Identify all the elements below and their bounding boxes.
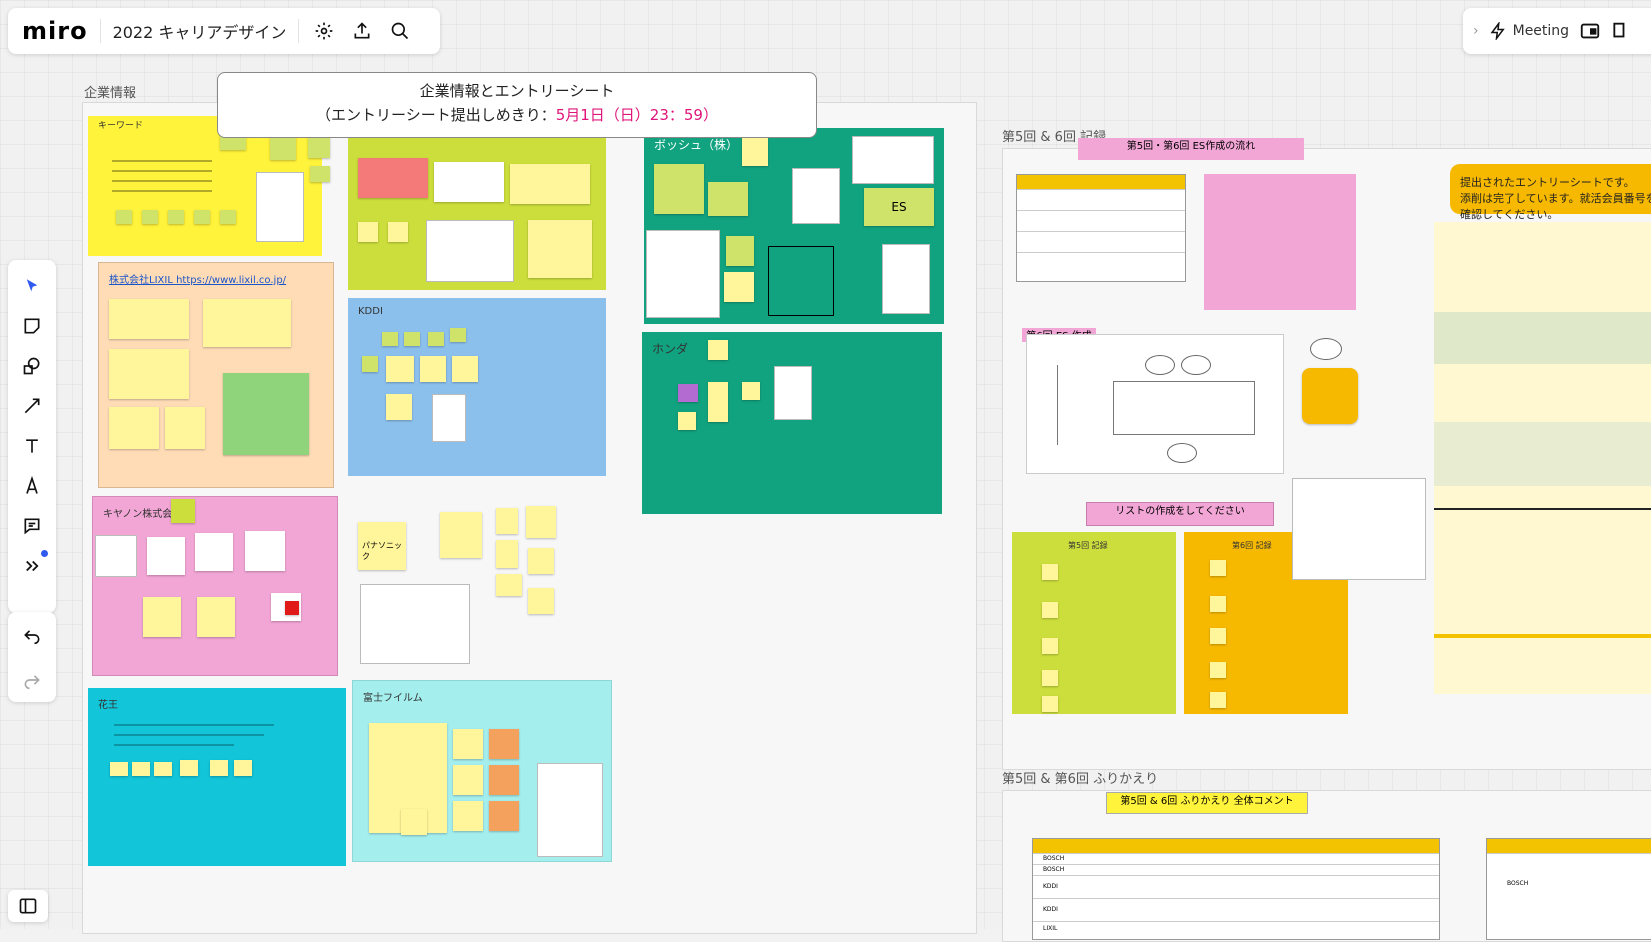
entry-sheet-banner[interactable]: 企業情報とエントリーシート （エントリーシート提出しめきり：5月1日（日）23：… [217, 72, 817, 138]
sticky-note-icon[interactable] [14, 308, 50, 344]
miro-logo[interactable]: miro [22, 17, 88, 45]
lime-company-panel[interactable] [348, 132, 606, 290]
session5-column[interactable]: 第5回 記録 [1012, 532, 1176, 714]
submission-list[interactable] [1434, 222, 1651, 694]
submitted-es-note[interactable]: 提出されたエントリーシートです。 添削は完了しています。就活会員番号を確認してく… [1450, 164, 1651, 221]
fujifilm-panel-title: 富士フイルム [363, 693, 423, 704]
search-icon[interactable] [387, 18, 413, 44]
kao-panel[interactable]: 花王 [88, 688, 346, 866]
chevron-right-icon[interactable]: › [1473, 23, 1479, 39]
board-header: miro 2022 キャリアデザイン [8, 8, 440, 54]
canon-panel[interactable]: キヤノン株式会社 [92, 496, 338, 676]
lightning-icon [1490, 22, 1505, 40]
connector-icon[interactable] [14, 388, 50, 424]
review-table-2[interactable]: BOSCH [1486, 838, 1651, 940]
screen-icon[interactable] [1611, 20, 1625, 42]
fujifilm-panel[interactable]: 富士フイルム [352, 680, 612, 862]
creation-toolbar [8, 260, 56, 613]
notification-dot [41, 550, 48, 557]
es-label: ES [891, 200, 907, 214]
review-frame-label: 第5回 & 第6回 ふりかえり [1002, 772, 1159, 787]
upload-icon[interactable] [349, 18, 375, 44]
lixil-panel[interactable]: 株式会社LIXIL https://www.lixil.co.jp/ [98, 262, 334, 488]
kddi-panel-title: KDDI [358, 306, 383, 317]
header-divider [298, 19, 300, 43]
meeting-button[interactable]: Meeting [1489, 22, 1569, 40]
kddi-panel[interactable]: KDDI [348, 298, 606, 476]
small-table[interactable] [1292, 478, 1426, 580]
collaboration-bar: › Meeting [1463, 8, 1651, 54]
history-toolbar [8, 612, 56, 702]
board-title[interactable]: 2022 キャリアデザイン [113, 19, 287, 43]
records-table[interactable] [1016, 174, 1186, 282]
select-icon[interactable] [14, 268, 50, 304]
text-icon[interactable] [14, 428, 50, 464]
bosch-panel[interactable]: ボッシュ（株） ES [644, 128, 944, 324]
banner-line2: （エントリーシート提出しめきり：5月1日（日）23：59） [316, 106, 718, 124]
header-divider [99, 19, 101, 43]
bosch-panel-title: ボッシュ（株） [654, 138, 739, 152]
review-table[interactable]: BOSCH BOSCH KDDI KDDI LIXIL [1032, 838, 1440, 940]
session-diagram[interactable] [1026, 334, 1284, 474]
pink-notes[interactable] [1204, 174, 1356, 310]
session5-title: 第5回 記録 [1068, 541, 1108, 550]
redo-icon[interactable] [22, 670, 42, 690]
panasonic-area[interactable]: パナソニック [352, 502, 572, 664]
panasonic-sticky: パナソニック [358, 522, 406, 570]
review-header[interactable]: 第5回 & 6回 ふりかえり 全体コメント [1106, 792, 1308, 814]
undo-icon[interactable] [22, 625, 42, 645]
shapes-icon[interactable] [14, 348, 50, 384]
more-tools-icon[interactable] [14, 548, 50, 584]
present-icon[interactable] [1579, 20, 1601, 42]
honda-panel-title: ホンダ [652, 342, 689, 356]
comment-icon[interactable] [14, 508, 50, 544]
keyword-panel-title: キーワード [98, 121, 144, 131]
es-flow-header[interactable]: 第5回・第6回 ES作成の流れ [1078, 138, 1304, 160]
banner-line1: 企業情報とエントリーシート [419, 82, 615, 100]
pen-icon[interactable] [14, 468, 50, 504]
kao-panel-title: 花王 [98, 700, 118, 711]
gear-icon[interactable] [311, 18, 337, 44]
lixil-panel-title: 株式会社LIXIL https://www.lixil.co.jp/ [109, 275, 287, 286]
company-info-frame-label: 企業情報 [84, 86, 137, 101]
session6-title: 第6回 記録 [1232, 541, 1272, 550]
sidebar-toggle-icon[interactable] [8, 890, 48, 922]
honda-panel[interactable]: ホンダ [642, 332, 942, 514]
list-button[interactable]: リストの作成をしてください [1086, 502, 1274, 526]
